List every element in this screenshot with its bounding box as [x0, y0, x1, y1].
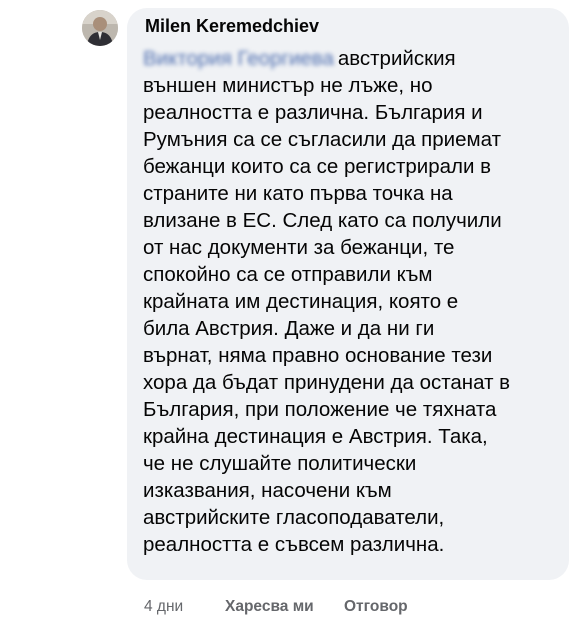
comment-line: върнат, няма правно основание тези [143, 344, 493, 367]
reply-button[interactable]: Отговор [344, 598, 408, 616]
comment-line: крайната им дестинация, която е [143, 290, 459, 313]
comment-line: реалността е съвсем различна. [143, 533, 445, 556]
comment-line: крайна дестинация е Австрия. Така, [143, 425, 488, 448]
comment-line: австрийските гласоподаватели, [143, 506, 445, 529]
comment-line: била Австрия. Даже и да ни ги [143, 317, 435, 340]
comment-line: страните ни като първа точка на [143, 182, 453, 205]
comment-line: реалността е различна. България и [143, 101, 483, 124]
mention-link[interactable]: Виктория Георгиева [143, 45, 334, 72]
comment-line: България, при положение че тяхната [143, 398, 497, 421]
comment-line: изказвания, насочени към [143, 479, 392, 502]
comment-line: че не слушайте политически [143, 452, 417, 475]
comment-line: бежанци които са се регистрирали в [143, 155, 492, 178]
comment-line: Виктория Георгиева австрийския [143, 45, 563, 72]
comment-line: влизане в ЕС. След като са получили [143, 209, 502, 232]
comment-line: спокойно са се отправили към [143, 263, 433, 286]
comment-author[interactable]: Milen Keremedchiev [145, 16, 319, 37]
comment-timestamp[interactable]: 4 дни [144, 598, 183, 616]
avatar[interactable] [82, 10, 118, 46]
comment: Milen Keremedchiev Виктория Георгиева авс… [0, 0, 582, 619]
comment-line: външен министър не лъже, но [143, 74, 433, 97]
profile-photo-icon [82, 10, 118, 46]
comment-line: хора да бъдат принудени да останат в [143, 371, 511, 394]
comment-line-text: австрийския [337, 47, 456, 70]
comment-text: Виктория Георгиева австрийския външен мин… [143, 45, 563, 558]
comment-line: от нас документи за бежанци, те [143, 236, 455, 259]
like-button[interactable]: Харесва ми [225, 598, 314, 616]
comment-line: Румъния са се съгласили да приемат [143, 128, 501, 151]
